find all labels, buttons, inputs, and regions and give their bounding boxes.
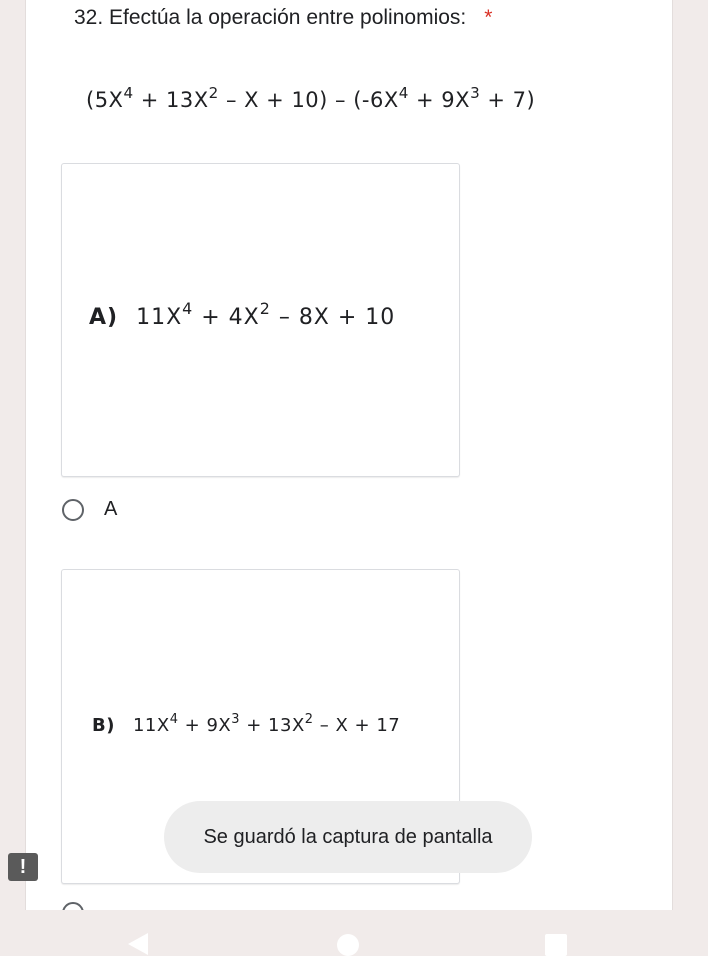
- formula-part: (5X: [86, 88, 124, 112]
- formula-exponent: 4: [123, 83, 134, 102]
- question-card: 32. Efectúa la operación entre polinomio…: [25, 0, 673, 910]
- option-b-exponent: 2: [304, 711, 314, 727]
- option-a-image: A) 11X4 + 4X2 – 8X + 10: [61, 163, 460, 477]
- option-b-letter: B): [92, 715, 115, 736]
- radio-button-b[interactable]: [62, 902, 84, 910]
- option-a-part: – 8X + 10: [270, 305, 396, 330]
- option-b-expression: B) 11X4 + 9X3 + 13X2 – X + 17: [92, 711, 401, 736]
- formula-part: + 9X: [408, 88, 471, 112]
- radio-button-a[interactable]: [62, 498, 84, 521]
- formula-part: + 13X: [133, 88, 209, 112]
- option-a-expression: A) 11X4 + 4X2 – 8X + 10: [89, 301, 396, 330]
- option-a-exponent: 2: [259, 299, 271, 319]
- question-title-text: 32. Efectúa la operación entre polinomio…: [74, 6, 467, 29]
- radio-label-a: A: [104, 498, 118, 520]
- question-title: 32. Efectúa la operación entre polinomio…: [74, 6, 492, 30]
- question-formula: (5X4 + 13X2 – X + 10) – (-6X4 + 9X3 + 7): [86, 85, 536, 112]
- option-b-part: + 13X: [240, 715, 305, 736]
- option-a-letter: A): [89, 305, 119, 330]
- formula-exponent: 4: [398, 83, 409, 102]
- option-a-part: 11X: [136, 305, 183, 330]
- option-b-exponent: 3: [231, 711, 241, 727]
- screenshot-saved-toast: Se guardó la captura de pantalla: [164, 801, 532, 873]
- option-a-choice[interactable]: A: [62, 498, 117, 521]
- formula-part: – X + 10) – (-6X: [218, 88, 399, 112]
- option-a-exponent: 4: [182, 299, 194, 319]
- toast-text: Se guardó la captura de pantalla: [203, 825, 493, 848]
- recent-apps-icon[interactable]: [545, 934, 567, 956]
- option-a-part: + 4X: [193, 305, 260, 330]
- required-asterisk: *: [484, 6, 493, 29]
- formula-part: + 7): [480, 88, 536, 112]
- option-b-part: + 9X: [178, 715, 232, 736]
- formula-exponent: 2: [208, 83, 219, 102]
- alert-badge-icon[interactable]: !: [8, 853, 38, 881]
- home-icon[interactable]: [337, 934, 359, 956]
- option-b-part: – X + 17: [313, 715, 401, 736]
- formula-exponent: 3: [470, 83, 481, 102]
- back-icon[interactable]: [126, 932, 150, 956]
- system-navigation-bar: [0, 910, 708, 956]
- option-b-part: 11X: [132, 715, 170, 736]
- option-b-exponent: 4: [169, 711, 179, 727]
